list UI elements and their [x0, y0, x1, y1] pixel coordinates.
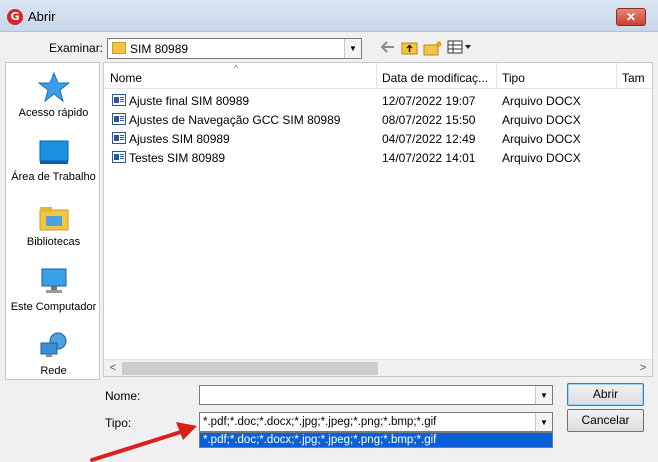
- docx-file-icon: [112, 151, 126, 163]
- chevron-down-icon[interactable]: ▼: [535, 413, 552, 431]
- place-quick-access[interactable]: Acesso rápido: [6, 71, 101, 119]
- type-label: Tipo:: [105, 416, 132, 430]
- computer-icon: [41, 268, 66, 293]
- file-date: 04/07/2022 12:49: [382, 132, 476, 146]
- libraries-icon: [39, 207, 68, 231]
- scroll-right-icon[interactable]: >: [635, 361, 651, 376]
- file-type-value: *.pdf;*.doc;*.docx;*.jpg;*.jpeg;*.png;*.…: [203, 416, 437, 428]
- title-bar: G Abrir ✕: [0, 0, 658, 32]
- file-type: Arquivo DOCX: [502, 132, 581, 146]
- close-button[interactable]: ✕: [616, 8, 646, 26]
- lookin-combo[interactable]: SIM 80989 ▼: [107, 38, 362, 59]
- docx-file-icon: [112, 94, 126, 106]
- file-date: 12/07/2022 19:07: [382, 94, 476, 108]
- places-bar: Acesso rápido Área de Trabalho Bibliotec…: [5, 62, 100, 380]
- window-title: Abrir: [28, 9, 56, 24]
- file-name: Ajustes SIM 80989: [129, 132, 230, 146]
- star-icon: [37, 71, 70, 103]
- file-date: 14/07/2022 14:01: [382, 151, 476, 165]
- scroll-left-icon[interactable]: <: [105, 361, 121, 376]
- open-button[interactable]: Abrir: [567, 383, 644, 406]
- sort-ascending-icon: ^: [234, 63, 239, 73]
- file-type-option[interactable]: *.pdf;*.doc;*.docx;*.jpg;*.jpeg;*.png;*.…: [199, 432, 553, 448]
- file-name: Ajustes de Navegação GCC SIM 80989: [129, 113, 341, 127]
- docx-file-icon: [112, 113, 126, 125]
- place-network[interactable]: Rede: [6, 331, 101, 377]
- new-folder-icon[interactable]: [423, 40, 442, 56]
- app-logo-icon: G: [7, 9, 23, 25]
- column-date[interactable]: Data de modificaç...: [382, 71, 488, 85]
- file-type-combo[interactable]: *.pdf;*.doc;*.docx;*.jpg;*.jpeg;*.png;*.…: [199, 412, 553, 432]
- file-name-input[interactable]: ▼: [199, 385, 553, 405]
- file-row[interactable]: Ajustes SIM 80989 04/07/2022 12:49 Arqui…: [104, 129, 652, 148]
- place-this-pc[interactable]: Este Computador: [6, 267, 101, 313]
- chevron-down-icon[interactable]: ▼: [535, 386, 552, 404]
- cancel-button[interactable]: Cancelar: [567, 409, 644, 432]
- place-label: Este Computador: [10, 301, 97, 313]
- lookin-label: Examinar:: [49, 41, 104, 55]
- file-row[interactable]: Ajustes de Navegação GCC SIM 80989 08/07…: [104, 110, 652, 129]
- desktop-icon: [39, 140, 68, 164]
- horizontal-scrollbar[interactable]: < >: [104, 359, 652, 376]
- column-type[interactable]: Tipo: [502, 71, 525, 85]
- place-desktop[interactable]: Área de Trabalho: [6, 139, 101, 183]
- docx-file-icon: [112, 132, 126, 144]
- column-header: ^ Nome Data de modificaç... Tipo Tam: [104, 63, 652, 89]
- file-name: Testes SIM 80989: [129, 151, 226, 165]
- network-icon: [40, 332, 66, 357]
- back-icon[interactable]: [379, 40, 397, 56]
- place-label: Bibliotecas: [26, 236, 81, 248]
- file-date: 08/07/2022 15:50: [382, 113, 476, 127]
- file-type: Arquivo DOCX: [502, 151, 581, 165]
- view-menu-icon[interactable]: [447, 40, 473, 56]
- file-row[interactable]: Testes SIM 80989 14/07/2022 14:01 Arquiv…: [104, 148, 652, 167]
- up-folder-icon[interactable]: [401, 40, 419, 56]
- lookin-value: SIM 80989: [130, 42, 189, 56]
- folder-icon: [112, 42, 126, 54]
- place-label: Rede: [40, 365, 67, 377]
- column-name[interactable]: Nome: [110, 71, 142, 85]
- place-label: Acesso rápido: [18, 107, 89, 119]
- file-name: Ajuste final SIM 80989: [129, 94, 250, 108]
- file-list[interactable]: ^ Nome Data de modificaç... Tipo Tam Aju…: [103, 62, 653, 377]
- place-label: Área de Trabalho: [11, 171, 96, 183]
- file-type: Arquivo DOCX: [502, 113, 581, 127]
- place-libraries[interactable]: Bibliotecas: [6, 204, 101, 248]
- file-type: Arquivo DOCX: [502, 94, 581, 108]
- scrollbar-thumb[interactable]: [122, 362, 378, 375]
- chevron-down-icon[interactable]: ▼: [344, 39, 361, 58]
- name-label: Nome:: [105, 389, 141, 403]
- column-size[interactable]: Tam: [622, 71, 645, 85]
- file-row[interactable]: Ajuste final SIM 80989 12/07/2022 19:07 …: [104, 91, 652, 110]
